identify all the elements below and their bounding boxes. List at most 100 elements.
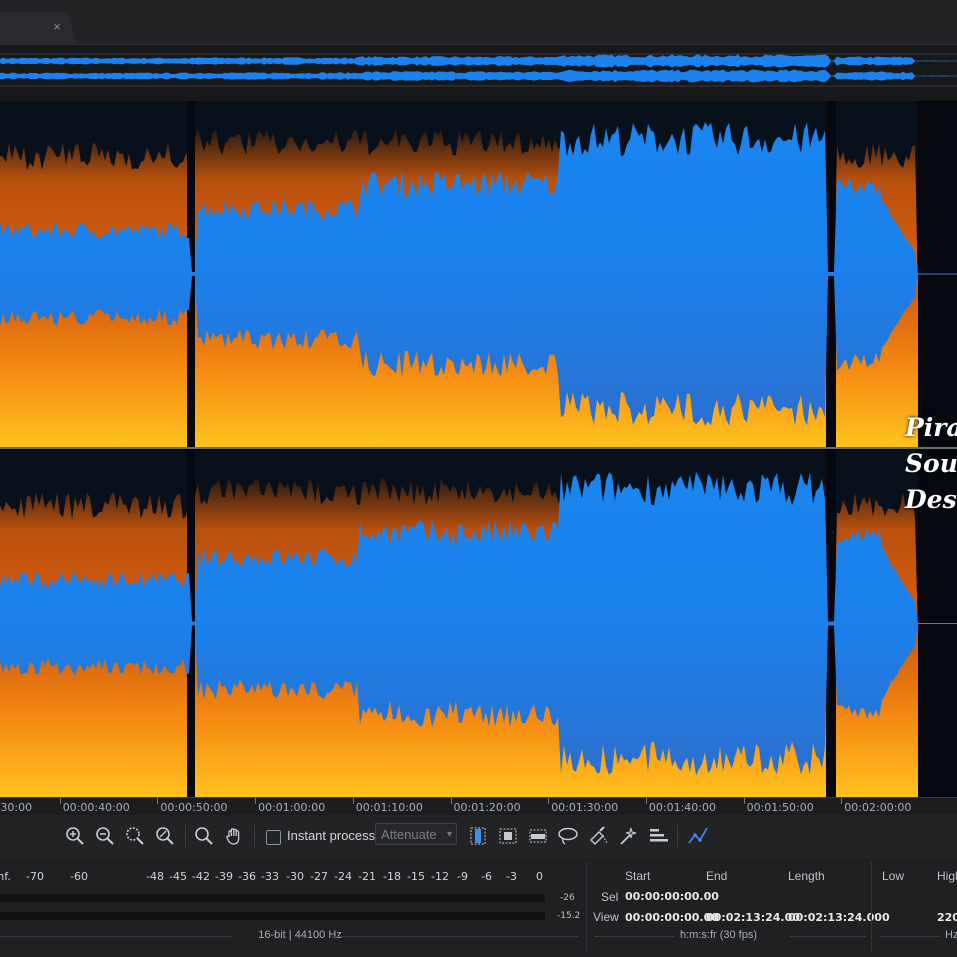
length-header: Length bbox=[788, 869, 825, 883]
meter-scale-label: -30 bbox=[286, 870, 304, 883]
frequency-selection-icon[interactable] bbox=[527, 825, 549, 847]
time-selection-icon[interactable] bbox=[467, 825, 489, 847]
zoom-in-icon[interactable] bbox=[64, 825, 86, 847]
timeline-tick bbox=[645, 798, 647, 804]
meter-scale-label: -27 bbox=[310, 870, 328, 883]
meter-scale-label: -21 bbox=[358, 870, 376, 883]
timeline-label: 00:02:00:00 bbox=[844, 801, 912, 814]
timeline-label: 00:00:30:00 bbox=[0, 801, 33, 814]
timeline-tick bbox=[352, 798, 354, 804]
meter-scale-label: -9 bbox=[457, 870, 468, 883]
meter-scale-label: Inf. bbox=[0, 870, 11, 883]
bottom-toolbar: Instant process Attenuate ▾ bbox=[0, 815, 957, 859]
audio-format: 16-bit | 44100 Hz bbox=[258, 929, 342, 941]
divider bbox=[790, 936, 866, 937]
lasso-icon[interactable] bbox=[557, 825, 579, 847]
spectrogram-svg bbox=[0, 101, 957, 797]
view-high-field[interactable]: 22050 bbox=[937, 911, 957, 924]
harmonics-icon[interactable] bbox=[647, 825, 669, 847]
waveform-overview[interactable] bbox=[0, 44, 957, 102]
tab-bar bbox=[0, 0, 957, 44]
meter-scale-label: -18 bbox=[383, 870, 401, 883]
zoom-fit-icon[interactable] bbox=[154, 825, 176, 847]
panel-divider bbox=[871, 862, 872, 952]
view-low-field[interactable]: 0 bbox=[882, 911, 890, 924]
spectrogram-channel-left bbox=[0, 101, 957, 447]
meter-scale-label: -6 bbox=[481, 870, 492, 883]
magnifier-icon[interactable] bbox=[193, 825, 215, 847]
timeline-tick bbox=[841, 798, 843, 804]
timeline-label: 00:00:40:00 bbox=[62, 801, 130, 814]
peak-value-right: -15.2 bbox=[557, 911, 581, 921]
meter-scale-label: -45 bbox=[169, 870, 187, 883]
close-tab-icon[interactable]: × bbox=[50, 20, 64, 34]
watermark-line-2: Soun bbox=[905, 449, 957, 478]
instant-process-checkbox[interactable] bbox=[266, 830, 281, 845]
attenuate-dropdown[interactable]: Attenuate ▾ bbox=[375, 823, 457, 845]
brush-icon[interactable] bbox=[587, 825, 609, 847]
toolbar-separator bbox=[185, 825, 186, 847]
overview-channel-right bbox=[0, 69, 957, 83]
timeline-label: 00:01:10:00 bbox=[355, 801, 423, 814]
start-header: Start bbox=[625, 869, 651, 883]
meter-scale-label: -33 bbox=[261, 870, 279, 883]
timeline-label: 00:01:00:00 bbox=[258, 801, 326, 814]
high-header: High bbox=[937, 869, 957, 883]
peak-value-left: -26 bbox=[560, 893, 575, 903]
overview-channel-left bbox=[0, 54, 957, 68]
meter-scale-label: -48 bbox=[146, 870, 164, 883]
meter-scale-label: -3 bbox=[506, 870, 517, 883]
zoom-selection-icon[interactable] bbox=[124, 825, 146, 847]
divider bbox=[880, 936, 940, 937]
toolbar-separator bbox=[677, 825, 678, 847]
timeline-tick bbox=[157, 798, 159, 804]
level-meter-right bbox=[0, 912, 545, 920]
chevron-down-icon: ▾ bbox=[446, 829, 452, 840]
sel-start-field[interactable]: 00:00:00:00.00 bbox=[625, 890, 719, 903]
timeline-tick bbox=[743, 798, 745, 804]
view-length-field[interactable]: 00:02:13:24.00 bbox=[788, 911, 882, 924]
timeline-label: 00:01:30:00 bbox=[551, 801, 619, 814]
view-start-field[interactable]: 00:00:00:00.00 bbox=[625, 911, 719, 924]
view-row-label: View bbox=[593, 910, 619, 924]
file-tab[interactable] bbox=[0, 12, 76, 44]
magic-wand-icon[interactable] bbox=[617, 825, 639, 847]
meter-scale-label: -36 bbox=[238, 870, 256, 883]
hand-icon[interactable] bbox=[223, 825, 245, 847]
spectrogram-view[interactable] bbox=[0, 101, 957, 797]
watermark-line-3: Desig bbox=[905, 485, 957, 514]
zoom-out-icon[interactable] bbox=[94, 825, 116, 847]
timeline-ruler[interactable]: 00:00:30:00 00:00:40:00 00:00:50:00 00:01:0… bbox=[0, 797, 957, 816]
timeline-tick bbox=[59, 798, 61, 804]
overview-waveform-svg bbox=[0, 53, 957, 87]
frequency-unit: Hz bbox=[945, 929, 957, 941]
low-header: Low bbox=[882, 869, 905, 883]
amplitude-envelope-icon[interactable] bbox=[687, 825, 709, 847]
timeline-label: 00:01:50:00 bbox=[746, 801, 814, 814]
meter-scale-label: -15 bbox=[407, 870, 425, 883]
end-header: End bbox=[706, 869, 728, 883]
instant-process-label: Instant process bbox=[287, 828, 376, 843]
meter-scale-label: -42 bbox=[192, 870, 210, 883]
meter-scale-label: -12 bbox=[431, 870, 449, 883]
meter-scale-label: -24 bbox=[334, 870, 352, 883]
panel-divider bbox=[586, 862, 587, 952]
divider bbox=[332, 936, 578, 937]
timeline-tick bbox=[548, 798, 550, 804]
sel-row-label: Sel bbox=[601, 890, 619, 904]
timeline-label: 00:00:50:00 bbox=[160, 801, 228, 814]
spectrogram-channel-right bbox=[0, 450, 957, 797]
divider bbox=[594, 936, 674, 937]
timeline-label: 00:01:20:00 bbox=[453, 801, 521, 814]
timeline-tick bbox=[255, 798, 257, 804]
time-frequency-selection-icon[interactable] bbox=[497, 825, 519, 847]
time-format-selector[interactable]: h:m:s:fr (30 fps) bbox=[680, 929, 757, 941]
timeline-label: 00:01:40:00 bbox=[648, 801, 716, 814]
attenuate-value: Attenuate bbox=[381, 827, 437, 842]
view-end-field[interactable]: 00:02:13:24.00 bbox=[706, 911, 800, 924]
meter-scale-label: -60 bbox=[70, 870, 88, 883]
meter-scale-label: -70 bbox=[26, 870, 44, 883]
meter-scale-label: -39 bbox=[215, 870, 233, 883]
watermark-text: Pira Soun Desig bbox=[905, 410, 957, 518]
level-meter-left bbox=[0, 894, 545, 902]
